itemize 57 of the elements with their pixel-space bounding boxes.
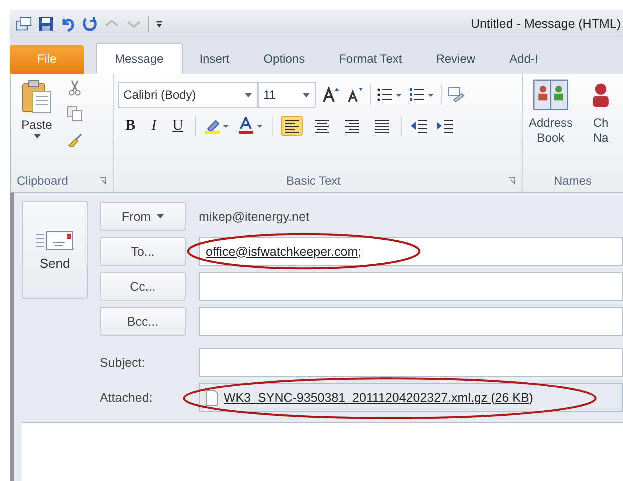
font-size-dropdown[interactable]: 11 [258,82,316,108]
from-button[interactable]: From [100,202,186,231]
window-title: Untitled - Message (HTML) [470,17,621,31]
dialog-launcher-icon[interactable] [98,177,107,185]
caret-icon [302,92,310,98]
format-button[interactable]: I [148,118,161,134]
caret-icon [34,134,40,139]
recipient-field[interactable]: office@isfwatchkeeper.com; [199,237,623,266]
envelope-icon [35,230,75,252]
recipient-button[interactable]: Bcc... [100,307,186,336]
ribbon-tab[interactable]: Review [419,45,493,74]
copy-icon[interactable] [67,106,83,122]
group-label: Clipboard [17,174,68,188]
field-label: Attached: [100,390,154,404]
ribbon-tab[interactable]: Options [246,45,322,74]
sender-address: mikep@itenergy.net [199,210,310,224]
numbering-icon[interactable] [408,86,435,104]
address-book-icon [532,78,569,112]
decrease-indent-icon[interactable] [410,118,428,134]
bullets-icon[interactable] [376,86,403,104]
file-icon [206,390,218,406]
names-button[interactable]: Ch Na [583,78,619,170]
clipboard-icon [21,78,53,116]
recipient-address[interactable]: office@isfwatchkeeper.com [206,244,358,258]
dialog-launcher-icon[interactable] [508,177,516,185]
format-button[interactable]: B [122,118,140,134]
cut-icon[interactable] [67,80,83,96]
paste-button[interactable]: Paste [15,78,59,170]
separator-text: ; [358,244,362,258]
subject-field[interactable] [199,348,623,377]
recipient-field[interactable] [199,307,623,336]
redo-icon[interactable] [82,16,98,32]
send-button[interactable]: Send [22,201,88,299]
save-icon[interactable] [38,16,54,32]
font-color-icon[interactable] [238,117,264,135]
ribbon-tab[interactable]: Message [96,43,183,74]
align-button[interactable] [281,116,304,136]
recipient-button[interactable]: Cc... [100,272,186,301]
field-label: Subject: [100,356,146,370]
undo-icon[interactable] [60,16,76,32]
caret-icon [244,92,252,98]
brush-icon[interactable] [67,132,83,148]
font-dropdown[interactable]: Calibri (Body) [118,82,258,108]
names-button[interactable]: Address Book [528,78,573,170]
format-button[interactable]: U [168,118,188,134]
grow-font-icon[interactable] [322,87,340,103]
recipient-button[interactable]: To... [100,237,186,266]
styles-icon[interactable] [448,87,466,103]
group-label: Names [552,174,593,188]
increase-indent-icon[interactable] [436,118,454,134]
shrink-font-icon[interactable] [346,87,364,103]
group-label: Basic Text [286,174,342,188]
ribbon-tab[interactable]: Add-I [492,45,556,74]
ribbon-tab[interactable]: Format Text [322,45,420,74]
recipient-field[interactable] [199,272,623,301]
ribbon-tab[interactable]: Insert [182,45,247,74]
caret-icon [157,214,164,219]
